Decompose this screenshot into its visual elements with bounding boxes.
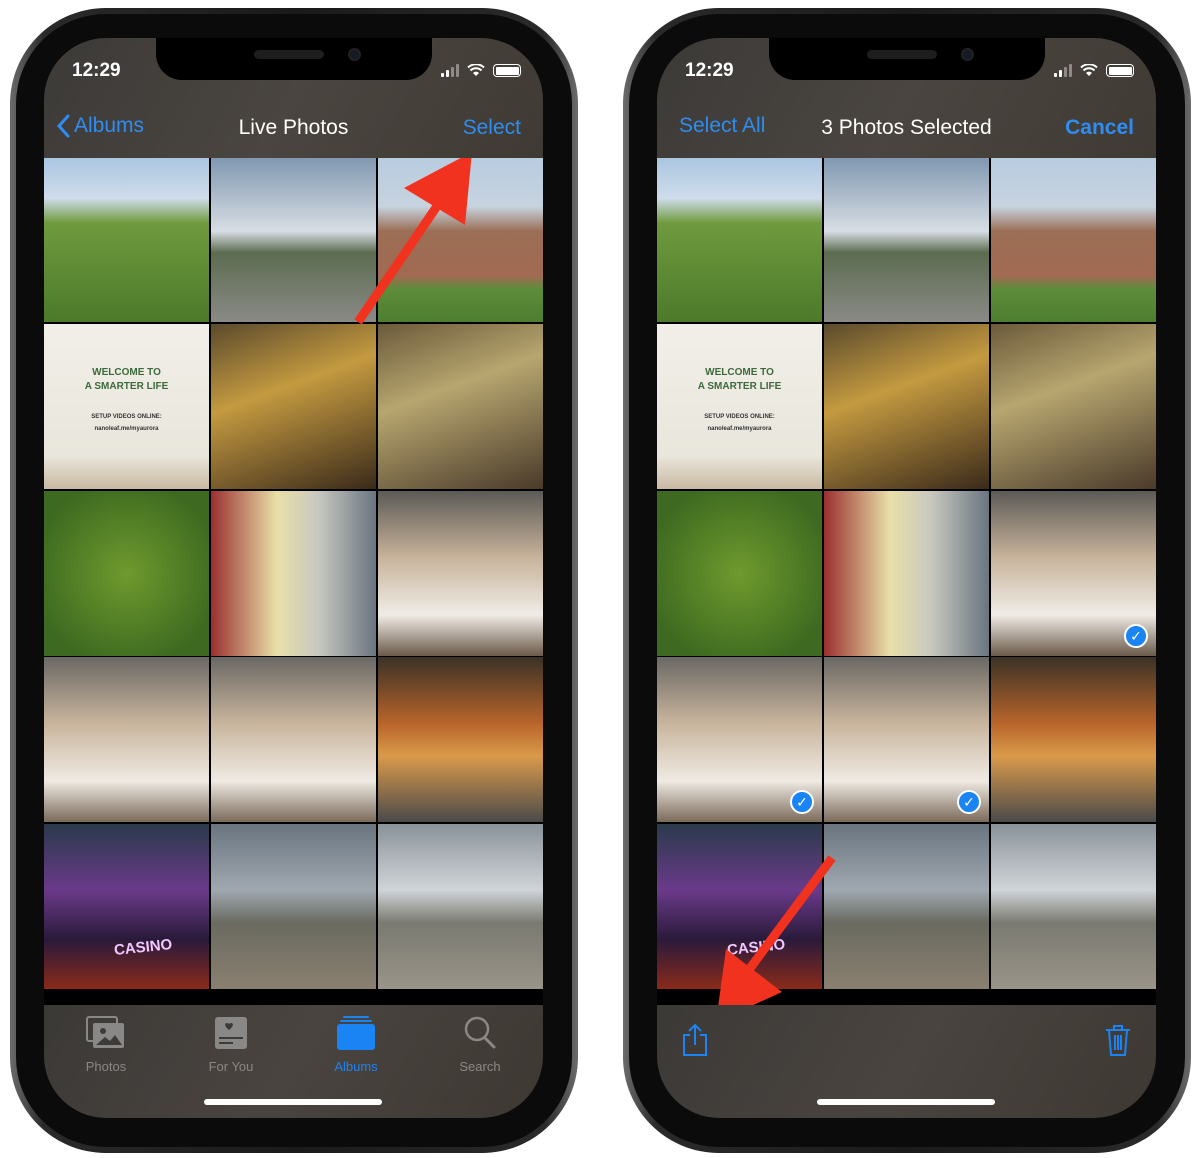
for-you-icon — [215, 1017, 247, 1049]
tab-label: Photos — [85, 1059, 127, 1074]
share-icon — [683, 1023, 707, 1056]
signal-icon — [441, 64, 459, 77]
annotation-arrows — [354, 152, 836, 1022]
status-time: 12:29 — [72, 60, 121, 81]
status-icons — [441, 64, 521, 77]
arrow-to-share — [716, 855, 836, 1022]
home-indicator — [204, 1099, 382, 1105]
albums-icon — [337, 1016, 375, 1050]
tab-label: Search — [459, 1059, 501, 1074]
search-icon — [464, 1016, 496, 1049]
arrow-to-select — [354, 152, 472, 325]
notch — [156, 38, 432, 80]
tab-for-you[interactable]: For You — [181, 1013, 281, 1074]
battery-icon — [1106, 64, 1134, 77]
trash-icon — [1106, 1025, 1130, 1056]
signal-icon — [1054, 64, 1072, 77]
tab-photos[interactable]: Photos — [56, 1013, 156, 1074]
share-button[interactable] — [681, 1023, 709, 1062]
battery-icon — [493, 64, 521, 77]
tab-search[interactable]: Search — [430, 1013, 530, 1074]
status-icons — [1054, 64, 1134, 77]
home-indicator — [817, 1099, 995, 1105]
wifi-icon — [1080, 64, 1098, 76]
wifi-icon — [467, 64, 485, 76]
photos-icon — [86, 1016, 124, 1048]
delete-button[interactable] — [1104, 1023, 1132, 1062]
status-time: 12:29 — [685, 60, 734, 81]
tab-albums[interactable]: Albums — [306, 1013, 406, 1074]
tab-label: Albums — [334, 1059, 378, 1074]
select-button[interactable]: Select — [463, 116, 521, 140]
notch — [769, 38, 1045, 80]
tab-label: For You — [208, 1059, 254, 1074]
cancel-button[interactable]: Cancel — [1065, 116, 1134, 140]
